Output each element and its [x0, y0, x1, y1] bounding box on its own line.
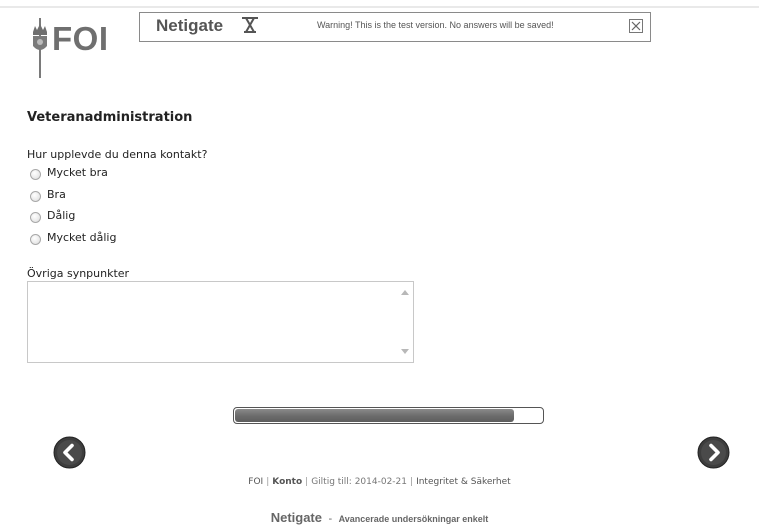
section-title: Veteranadministration: [27, 110, 193, 125]
progress-fill: [235, 409, 514, 422]
footer-link-privacy[interactable]: Integritet & Säkerhet: [416, 477, 511, 487]
option-label: Bra: [47, 187, 66, 201]
footer-separator: |: [410, 477, 414, 487]
tagline-brand: Netigate: [270, 510, 322, 525]
footer-link-foi[interactable]: FOI: [248, 477, 263, 487]
footer-separator: |: [305, 477, 309, 487]
top-divider: [0, 6, 759, 8]
radio-button[interactable]: [30, 233, 41, 245]
survey-page: FOI Netigate Warning! This is the test v…: [0, 0, 759, 526]
chevron-right-icon: [697, 436, 730, 469]
scroll-up-icon[interactable]: [401, 290, 409, 295]
footer-separator: |: [266, 477, 270, 487]
progress-bar: [233, 407, 544, 424]
comments-label: Övriga synpunkter: [27, 267, 130, 280]
footer-link-account[interactable]: Konto: [272, 477, 302, 487]
textarea-scrollbar[interactable]: [396, 282, 413, 362]
footer: FOI | Konto | Giltig till: 2014-02-21 | Integr…: [0, 477, 759, 487]
close-banner-button[interactable]: [629, 19, 643, 33]
test-warning-text: Warning! This is the test version. No an…: [317, 20, 554, 30]
test-version-banner: Netigate Warning! This is the test versi…: [139, 12, 651, 42]
option-label: Dålig: [47, 209, 76, 222]
footer-valid-until: Giltig till: 2014-02-21: [311, 477, 408, 487]
previous-button[interactable]: [53, 436, 86, 469]
tagline-text: Avancerade undersökningar enkelt: [338, 514, 489, 524]
tagline-dash: -: [328, 513, 333, 525]
netigate-tagline[interactable]: Netigate - Avancerade undersökningar enk…: [0, 509, 759, 526]
option-label: Mycket dålig: [47, 230, 117, 244]
question-text: Hur upplevde du denna kontakt?: [27, 148, 208, 161]
netigate-brand: Netigate: [156, 16, 224, 35]
logo-text: FOI: [52, 20, 109, 57]
comments-textarea[interactable]: [27, 281, 414, 363]
option-label: Mycket bra: [47, 166, 108, 179]
scroll-down-icon[interactable]: [401, 349, 409, 354]
chevron-left-icon: [53, 436, 86, 469]
crown-emblem-icon: [33, 18, 47, 78]
next-button[interactable]: [697, 436, 730, 469]
radio-button[interactable]: [30, 169, 41, 180]
radio-button[interactable]: [30, 190, 41, 202]
netigate-logo-icon: [242, 17, 258, 33]
close-icon: [631, 21, 641, 31]
radio-button[interactable]: [30, 212, 41, 223]
